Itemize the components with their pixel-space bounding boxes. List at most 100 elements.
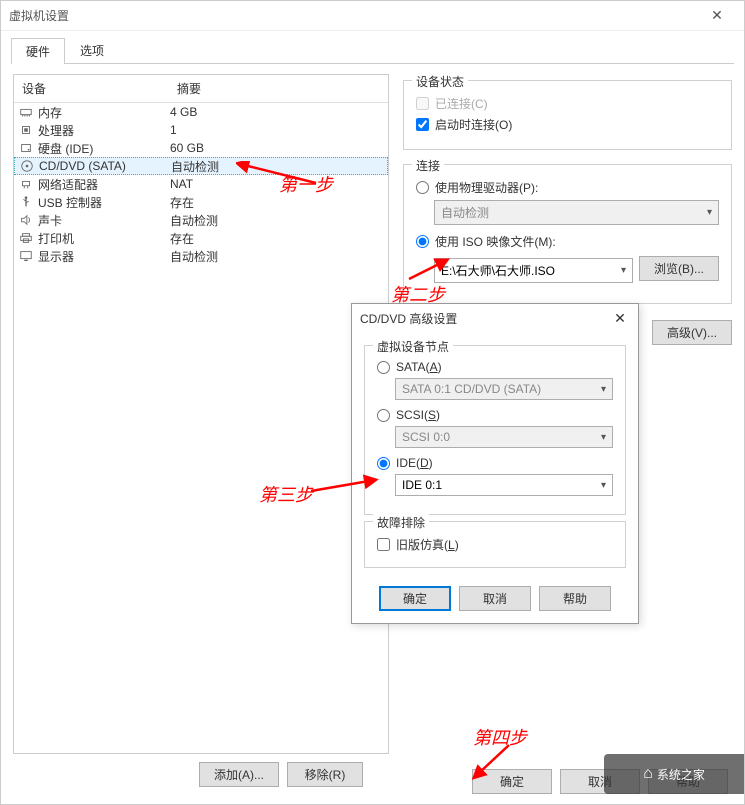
tab-hardware[interactable]: 硬件 [11,38,65,64]
connect-on-label: 启动时连接(O) [435,116,512,133]
scsi-radio[interactable] [377,409,390,422]
device-row-memory[interactable]: 内存 4 GB [14,103,388,121]
chevron-down-icon: ▾ [707,207,712,218]
ide-radio[interactable] [377,457,390,470]
device-name: 处理器 [38,122,170,139]
iso-file-radio[interactable] [416,235,429,248]
display-icon [18,248,34,264]
ide-combo[interactable]: IDE 0:1 ▾ [395,474,613,496]
advanced-settings-modal: CD/DVD 高级设置 ✕ 虚拟设备节点 SATA(A) SATA 0:1 CD… [351,303,639,624]
add-button[interactable]: 添加(A)... [199,762,279,787]
usb-icon [18,194,34,210]
ide-label: IDE(D) [396,456,433,470]
sata-value: SATA 0:1 CD/DVD (SATA) [402,382,541,396]
modal-help-button[interactable]: 帮助 [539,586,611,611]
iso-path-combo[interactable]: E:\石大师\石大师.ISO ▾ [434,258,633,283]
device-row-printer[interactable]: 打印机 存在 [14,229,388,247]
chevron-down-icon[interactable]: ▾ [621,265,626,276]
connect-on-checkbox-row[interactable]: 启动时连接(O) [416,116,719,133]
ok-button[interactable]: 确定 [472,769,552,794]
troubleshoot-group: 故障排除 旧版仿真(L) [364,521,626,568]
cd-icon [19,158,35,174]
device-summary: NAT [170,177,384,191]
device-row-net[interactable]: 网络适配器 NAT [14,175,388,193]
sata-radio-row[interactable]: SATA(A) [377,360,613,374]
cancel-button[interactable]: 取消 [560,769,640,794]
scsi-combo: SCSI 0:0 ▾ [395,426,613,448]
scsi-label: SCSI(S) [396,408,440,422]
legacy-checkbox-row[interactable]: 旧版仿真(L) [377,536,613,553]
modal-buttons: 确定 取消 帮助 [352,578,638,623]
physical-drive-combo: 自动检测 ▾ [434,200,719,225]
device-summary: 自动检测 [170,212,384,229]
disk-icon [18,140,34,156]
device-summary: 自动检测 [171,158,383,175]
device-list-panel: 设备 摘要 内存 4 GB 处理器 1 硬盘 (IDE) 60 GB CD/DV… [13,74,389,754]
connection-title: 连接 [412,157,444,174]
scsi-value: SCSI 0:0 [402,430,450,444]
ide-radio-row[interactable]: IDE(D) [377,456,613,470]
device-row-cd[interactable]: CD/DVD (SATA) 自动检测 [14,157,388,175]
net-icon [18,176,34,192]
device-name: 打印机 [38,230,170,247]
device-row-display[interactable]: 显示器 自动检测 [14,247,388,265]
device-name: 硬盘 (IDE) [38,140,170,157]
sata-combo: SATA 0:1 CD/DVD (SATA) ▾ [395,378,613,400]
advanced-button[interactable]: 高级(V)... [652,320,732,345]
physical-drive-label: 使用物理驱动器(P): [435,179,538,196]
device-buttons: 添加(A)... 移除(R) [199,762,363,787]
legacy-checkbox[interactable] [377,538,390,551]
physical-drive-radio-row[interactable]: 使用物理驱动器(P): [416,179,719,196]
window-title: 虚拟机设置 [9,7,698,24]
remove-button[interactable]: 移除(R) [287,762,363,787]
modal-body: 虚拟设备节点 SATA(A) SATA 0:1 CD/DVD (SATA) ▾ … [352,333,638,578]
device-name: 网络适配器 [38,176,170,193]
help-button[interactable]: 帮助 [648,769,728,794]
device-summary: 自动检测 [170,248,384,265]
device-name: 显示器 [38,248,170,265]
chevron-down-icon[interactable]: ▾ [601,480,606,491]
sata-label: SATA(A) [396,360,442,374]
close-icon[interactable]: ✕ [698,7,736,24]
device-summary: 4 GB [170,105,384,119]
device-row-disk[interactable]: 硬盘 (IDE) 60 GB [14,139,388,157]
device-summary: 存在 [170,194,384,211]
connected-checkbox [416,97,429,110]
device-name: 声卡 [38,212,170,229]
device-name: 内存 [38,104,170,121]
device-status-group: 设备状态 已连接(C) 启动时连接(O) [403,80,732,150]
titlebar: 虚拟机设置 ✕ [1,1,744,31]
device-header: 设备 摘要 [14,75,388,103]
header-device: 设备 [14,75,169,102]
virtual-node-group: 虚拟设备节点 SATA(A) SATA 0:1 CD/DVD (SATA) ▾ … [364,345,626,515]
device-name: CD/DVD (SATA) [39,159,171,173]
legacy-label: 旧版仿真(L) [396,536,459,553]
scsi-radio-row[interactable]: SCSI(S) [377,408,613,422]
tabs: 硬件 选项 [11,37,734,64]
connection-group: 连接 使用物理驱动器(P): 自动检测 ▾ 使用 ISO 映像文件(M): [403,164,732,304]
ide-value: IDE 0:1 [402,478,442,492]
device-row-usb[interactable]: USB 控制器 存在 [14,193,388,211]
device-row-sound[interactable]: 声卡 自动检测 [14,211,388,229]
sound-icon [18,212,34,228]
modal-cancel-button[interactable]: 取消 [459,586,531,611]
chevron-down-icon: ▾ [601,432,606,443]
connected-label: 已连接(C) [435,95,488,112]
tab-options[interactable]: 选项 [65,37,119,63]
chevron-down-icon: ▾ [601,384,606,395]
virtual-node-title: 虚拟设备节点 [373,338,453,355]
device-summary: 存在 [170,230,384,247]
close-icon[interactable]: ✕ [610,310,630,327]
vm-settings-window: 虚拟机设置 ✕ 硬件 选项 设备 摘要 内存 4 GB 处理器 1 硬盘 (ID… [0,0,745,805]
iso-file-radio-row[interactable]: 使用 ISO 映像文件(M): [416,233,719,250]
physical-drive-radio[interactable] [416,181,429,194]
memory-icon [18,104,34,120]
browse-button[interactable]: 浏览(B)... [639,256,719,281]
device-summary: 1 [170,123,384,137]
connect-on-checkbox[interactable] [416,118,429,131]
device-row-cpu[interactable]: 处理器 1 [14,121,388,139]
modal-ok-button[interactable]: 确定 [379,586,451,611]
sata-radio[interactable] [377,361,390,374]
troubleshoot-title: 故障排除 [373,514,429,531]
cpu-icon [18,122,34,138]
